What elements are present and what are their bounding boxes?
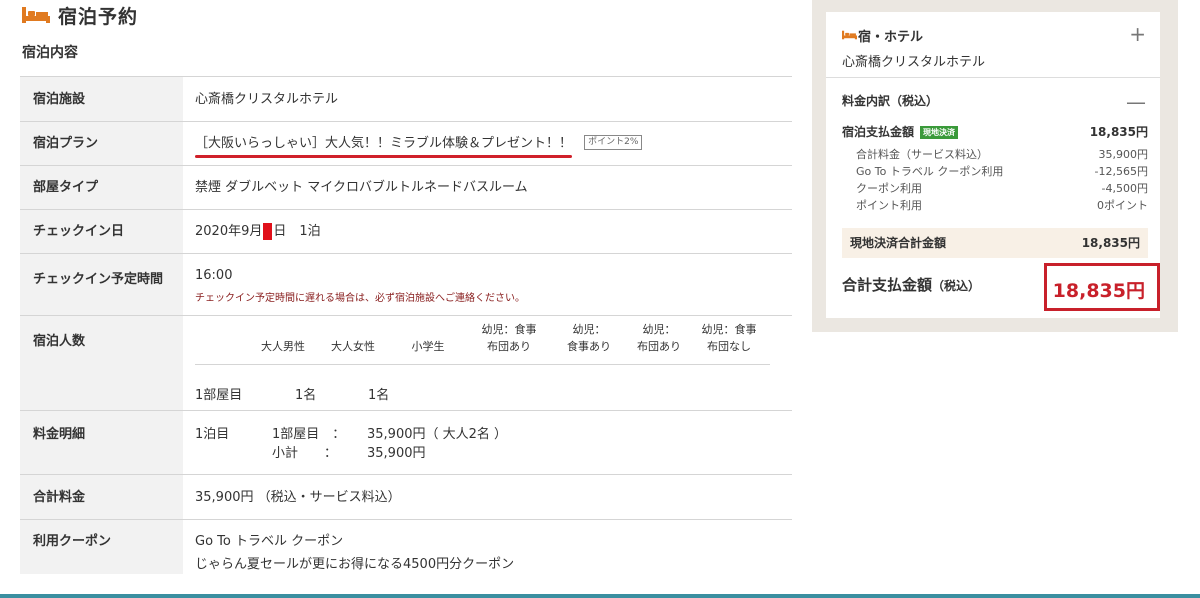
section-title: 宿泊内容 <box>22 45 78 61</box>
breakdown-line: ポイント利用 0ポイント <box>856 197 1148 213</box>
redaction-mark <box>263 223 273 240</box>
guest-count-female: 1名 <box>368 388 390 403</box>
breakdown-title: 料金内訳（税込） <box>842 94 939 108</box>
plan-row: 宿泊プラン ［大阪いらっしゃい］大人気！！ミラブル体験＆プレゼント！！ ポイント… <box>20 121 792 165</box>
plan-value[interactable]: ［大阪いらっしゃい］大人気！！ミラブル体験＆プレゼント！！ <box>195 122 573 166</box>
guest-col-infant-meal-bed: 幼児：食事 布団あり <box>481 323 537 353</box>
coupon-goto: Go To トラベル クーポン <box>195 534 344 549</box>
total-row: 合計料金 35,900円 （税込・サービス料込） <box>20 474 792 519</box>
onsite-total-value: 18,835円 <box>1081 236 1140 250</box>
room-row: 部屋タイプ 禁煙 ダブルベット マイクロバブルトルネードバスルーム <box>20 165 792 209</box>
price-detail-label: 料金明細 <box>20 411 183 474</box>
reservation-details-table: 宿泊施設 心斎橋クリスタルホテル 宿泊プラン ［大阪いらっしゃい］大人気！！ミラ… <box>20 76 792 574</box>
breakdown-line: 合計料金（サービス料込） 35,900円 <box>856 146 1148 162</box>
facility-row: 宿泊施設 心斎橋クリスタルホテル <box>20 76 792 121</box>
guests-row: 宿泊人数 大人男性 大人女性 小学生 幼児：食事 布団あり 幼児： 食事あり 幼… <box>20 315 792 410</box>
bed-icon <box>842 30 857 40</box>
price-subtotal-label: 小計 ： <box>272 446 338 461</box>
bed-icon <box>22 7 50 23</box>
collapse-icon[interactable]: — <box>1126 90 1146 114</box>
pay-amount: 18,835円 <box>1089 125 1148 139</box>
room-label: 部屋タイプ <box>20 166 183 209</box>
facility-label: 宿泊施設 <box>20 77 183 121</box>
guest-col-adult-male: 大人男性 <box>261 340 305 353</box>
checkin-value: 2020年9月日 1泊 <box>183 210 792 253</box>
breakdown-value: -4,500円 <box>1101 182 1148 195</box>
hotel-name: 心斎橋クリスタルホテル <box>842 55 986 70</box>
checkin-time-row: チェックイン予定時間 16:00 チェックイン予定時間に遅れる場合は、必ず宿泊施… <box>20 253 792 315</box>
hotel-category: 宿・ホテル <box>858 30 924 45</box>
bottom-border <box>0 594 1200 598</box>
price-night: 1泊目 <box>195 427 230 442</box>
hotel-section: 宿・ホテル 心斎橋クリスタルホテル + <box>826 12 1160 78</box>
guest-col-infant-meal: 幼児： 食事あり <box>567 323 611 353</box>
page: 宿泊予約 宿泊内容 宿泊施設 心斎橋クリスタルホテル 宿泊プラン ［大阪いらっし… <box>0 0 1200 598</box>
guests-grid: 大人男性 大人女性 小学生 幼児：食事 布団あり 幼児： 食事あり 幼児： 布団… <box>183 316 792 410</box>
price-room-amount: 35,900円（ 大人2名 ） <box>367 427 508 442</box>
checkin-time-label: チェックイン予定時間 <box>20 254 183 315</box>
page-header: 宿泊予約 <box>22 2 138 28</box>
guest-room: 1部屋目 <box>195 388 243 403</box>
highlight-underline <box>195 155 573 158</box>
guest-col-infant-bed: 幼児： 布団あり <box>637 323 681 353</box>
grand-total-highlight: 18,835円 <box>1044 263 1160 311</box>
breakdown-label: クーポン利用 <box>856 182 922 195</box>
pay-amount-line: 宿泊支払金額 現地決済 18,835円 <box>842 123 1148 140</box>
onsite-total-label: 現地決済合計金額 <box>850 236 947 250</box>
coupon-label: 利用クーポン <box>20 520 183 574</box>
onsite-payment-badge: 現地決済 <box>920 126 959 139</box>
checkin-month: 2020年9月 <box>195 224 263 239</box>
price-room: 1部屋目 ： <box>272 427 346 442</box>
page-title: 宿泊予約 <box>58 5 139 28</box>
point-badge: ポイント2% <box>584 135 643 150</box>
expand-icon[interactable]: + <box>1129 22 1146 46</box>
breakdown-value: 0ポイント <box>1097 199 1148 212</box>
breakdown-line: クーポン利用 -4,500円 <box>856 180 1148 196</box>
breakdown-label: Go To トラベル クーポン利用 <box>856 165 1004 178</box>
onsite-total: 現地決済合計金額 18,835円 <box>842 228 1148 258</box>
guest-col-elementary: 小学生 <box>411 340 445 353</box>
guest-col-infant-none: 幼児：食事 布団なし <box>701 323 757 353</box>
breakdown-value: 35,900円 <box>1098 148 1149 161</box>
plan-name: ［大阪いらっしゃい］大人気！！ミラブル体験＆プレゼント！！ <box>195 136 573 151</box>
checkin-label: チェックイン日 <box>20 210 183 253</box>
checkin-time-note: チェックイン予定時間に遅れる場合は、必ず宿泊施設へご連絡ください。 <box>195 293 525 304</box>
total-label: 合計料金 <box>20 475 183 519</box>
pay-label: 宿泊支払金額 <box>842 125 915 139</box>
price-subtotal: 35,900円 <box>367 446 426 461</box>
checkin-row: チェックイン日 2020年9月日 1泊 <box>20 209 792 253</box>
grand-total-value: 18,835円 <box>1052 280 1145 302</box>
room-value: 禁煙 ダブルベット マイクロバブルトルネードバスルーム <box>195 180 528 195</box>
grand-total-tax-note: （税込） <box>932 279 981 293</box>
breakdown-label: ポイント利用 <box>856 199 922 212</box>
plan-label: 宿泊プラン <box>20 122 183 165</box>
guest-col-adult-female: 大人女性 <box>331 340 375 353</box>
guest-divider <box>195 364 770 365</box>
grand-total-label: 合計支払金額（税込） <box>842 274 980 295</box>
price-detail-row: 料金明細 1泊目 1部屋目 ： 35,900円（ 大人2名 ） 小計 ： 35,… <box>20 410 792 474</box>
price-summary-card: 宿・ホテル 心斎橋クリスタルホテル + 料金内訳（税込） — 宿泊支払金額 現地決… <box>812 0 1178 332</box>
facility-value: 心斎橋クリスタルホテル <box>195 92 339 107</box>
checkin-time-value: 16:00 <box>195 268 233 283</box>
guest-count-male: 1名 <box>295 388 317 403</box>
coupon-row: 利用クーポン Go To トラベル クーポン じゃらん夏セールが更にお得になる4… <box>20 519 792 574</box>
coupon-jalan: じゃらん夏セールが更にお得になる4500円分クーポン <box>195 557 515 572</box>
grand-total-text: 合計支払金額 <box>842 276 933 294</box>
total-value: 35,900円 （税込・サービス料込） <box>195 490 401 505</box>
breakdown-line: Go To トラベル クーポン利用 -12,565円 <box>856 163 1148 179</box>
checkin-nights: 日 1泊 <box>273 224 321 239</box>
breakdown-value: -12,565円 <box>1094 165 1148 178</box>
breakdown-label: 合計料金（サービス料込） <box>856 148 988 161</box>
guests-label: 宿泊人数 <box>20 316 183 410</box>
